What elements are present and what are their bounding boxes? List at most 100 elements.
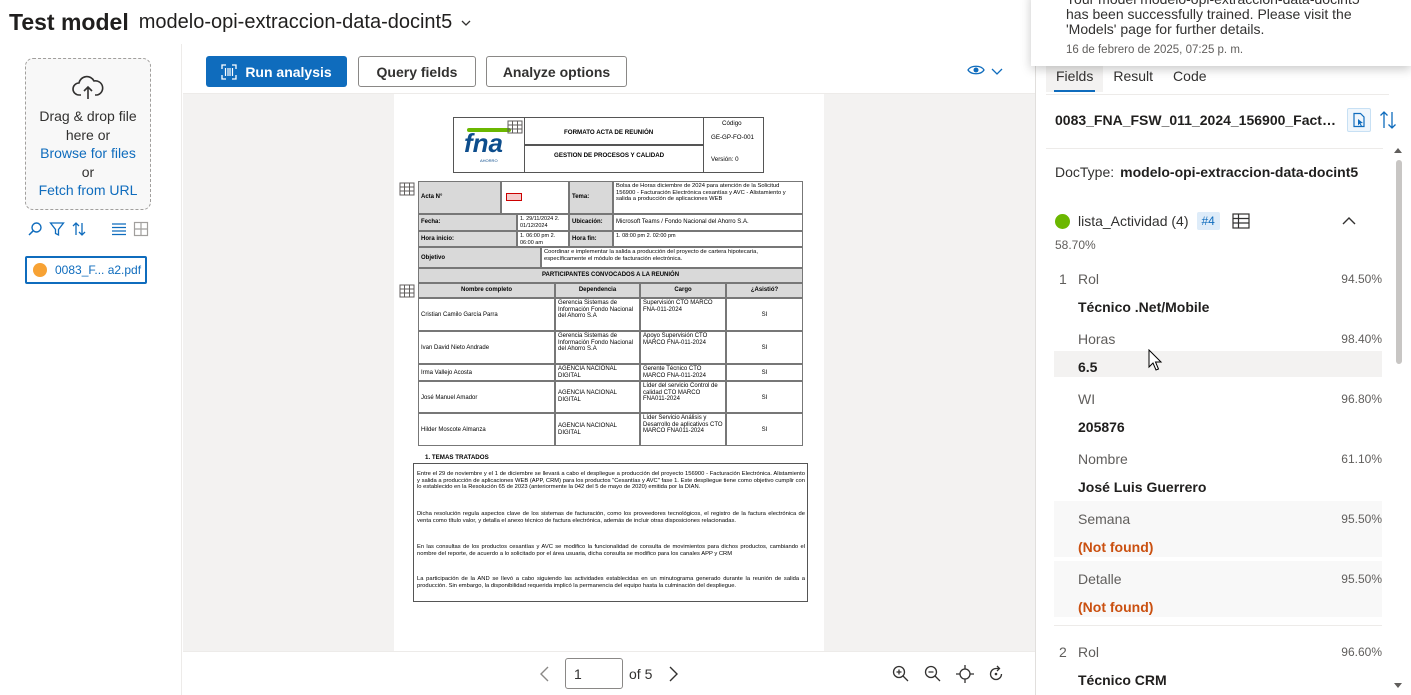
field-item[interactable]: 2 Rol 96.60% Técnico CRM <box>1054 638 1382 695</box>
doc-participant-asistio: SI <box>726 364 803 381</box>
analyze-options-button[interactable]: Analyze options <box>486 56 627 87</box>
doc-objetivo-label: Objetivo <box>418 247 541 268</box>
tab-result[interactable]: Result <box>1103 62 1163 92</box>
zoom-out-icon[interactable] <box>923 664 943 684</box>
item-index: 2 <box>1059 644 1067 660</box>
doc-participant-cargo: Líder del servicio Control de calidad CT… <box>640 381 726 413</box>
doc-acta-highlight <box>506 193 522 201</box>
chevron-down-icon[interactable] <box>460 16 472 28</box>
toast-message: Your model modelo-opi-extraccion-data-do… <box>1066 0 1360 37</box>
rotate-icon[interactable] <box>986 664 1006 684</box>
doc-temas-title: 1. TEMAS TRATADOS <box>425 454 489 461</box>
page-number-input[interactable]: 1 <box>565 658 623 689</box>
file-dropzone[interactable]: Drag & drop file here or Browse for file… <box>25 58 151 210</box>
visibility-toggle[interactable] <box>967 64 1007 80</box>
filter-icon[interactable] <box>48 220 66 238</box>
doc-participant-asistio: SI <box>726 413 803 446</box>
viewer-toolbar: Run analysis Query fields Analyze option… <box>183 44 1035 94</box>
query-fields-button[interactable]: Query fields <box>358 56 476 87</box>
search-icon[interactable] <box>26 220 44 238</box>
zoom-in-icon[interactable] <box>891 664 911 684</box>
doc-hora-fin-values: 1. 08:00 pm 2. 02:00 pm <box>613 231 803 247</box>
field-item[interactable]: Detalle 95.50% (Not found) <box>1054 561 1382 617</box>
run-analysis-button[interactable]: Run analysis <box>206 56 347 87</box>
notification-toast: Your model modelo-opi-extraccion-data-do… <box>1031 0 1411 66</box>
field-item[interactable]: Nombre 61.10% José Luis Guerrero <box>1054 445 1382 505</box>
item-confidence: 96.80% <box>1341 392 1382 406</box>
document-select-icon[interactable] <box>1347 108 1371 132</box>
field-item[interactable]: WI 96.80% 205876 <box>1054 385 1382 445</box>
toast-time: 16 de febrero de 2025, 07:25 p. m. <box>1066 44 1244 56</box>
file-status-dot <box>33 263 47 277</box>
doc-fecha-values: 1. 29/11/2024 2. 01/12/2024 <box>517 214 569 231</box>
item-value: (Not found) <box>1078 539 1154 555</box>
tab-fields[interactable]: Fields <box>1046 62 1104 92</box>
item-confidence: 94.50% <box>1341 272 1382 286</box>
doc-hora-fin-label: Hora fin: <box>569 231 613 247</box>
table-icon[interactable] <box>1232 213 1250 229</box>
item-value: Técnico CRM <box>1078 672 1167 688</box>
divider <box>1046 94 1389 95</box>
doc-ubicacion-label: Ubicación: <box>569 214 613 231</box>
scroll-down-arrow[interactable] <box>1394 683 1402 688</box>
eye-icon <box>967 63 985 81</box>
file-tools <box>26 220 150 238</box>
chevron-left-icon[interactable] <box>535 664 555 684</box>
doc-participant-name: Cristian Camilo García Parra <box>418 298 555 331</box>
drop-text-line1: Drag & drop file <box>39 108 137 124</box>
fetch-url-link[interactable]: Fetch from URL <box>26 181 150 200</box>
item-label: Rol <box>1078 644 1100 660</box>
file-list-item[interactable]: 0083_F... a2.pdf <box>25 256 147 284</box>
chevron-right-icon[interactable] <box>663 664 683 684</box>
doc-participant-cargo: Supervisión CTO MARCO FNA-011-2024 <box>640 298 726 331</box>
or-text: or <box>81 163 95 180</box>
doc-codigo-label: Código <box>722 120 742 127</box>
doc-participant-asistio: SI <box>726 381 803 413</box>
doc-ubicacion-value: Microsoft Teams / Fondo Nacional del Aho… <box>613 214 803 231</box>
doc-header-subtitle: GESTION DE PROCESOS Y CALIDAD <box>554 152 665 159</box>
model-selector[interactable]: modelo-opi-extraccion-data-docint5 <box>139 11 453 34</box>
field-header[interactable]: lista_Actividad (4) #4 <box>1055 212 1250 230</box>
field-item[interactable]: 1 Rol 94.50% Técnico .Net/Mobile <box>1054 265 1382 325</box>
fit-page-icon[interactable] <box>955 664 975 684</box>
document-page: fna AHORRO FORMATO ACTA DE REUNIÓN GESTI… <box>394 94 824 651</box>
results-panel: Fields Result Code 0083_FNA_FSW_011_2024… <box>1035 44 1411 695</box>
tab-code[interactable]: Code <box>1163 62 1216 92</box>
doc-participant-dep: Gerencia Sistemas de Información Fondo N… <box>555 331 640 364</box>
doc-temas-p2: Dicha resolución regula aspectos clave d… <box>417 511 805 524</box>
sort-icon[interactable] <box>1379 110 1397 130</box>
table-detect-icon[interactable] <box>507 120 523 134</box>
item-confidence: 95.50% <box>1341 572 1382 586</box>
list-view-icon[interactable] <box>110 220 128 238</box>
doc-participant-dep: Gerencia Sistemas de Información Fondo N… <box>555 298 640 331</box>
doc-header-sub-cell <box>524 145 704 173</box>
doc-participant-dep: AGENCIA NACIONAL DIGITAL <box>555 413 640 446</box>
doctype-label: DocType: <box>1055 164 1115 180</box>
item-index: 1 <box>1059 271 1067 287</box>
cloud-upload-icon <box>72 75 104 101</box>
chevron-down-icon <box>991 63 1003 81</box>
doc-header-title: FORMATO ACTA DE REUNIÓN <box>564 129 654 136</box>
scroll-up-arrow[interactable] <box>1394 148 1402 153</box>
scrollbar-thumb[interactable] <box>1396 160 1402 364</box>
doctype-row: DocType: modelo-opi-extraccion-data-docin… <box>1055 164 1358 180</box>
sort-icon[interactable] <box>70 220 88 238</box>
table-detect-icon[interactable] <box>399 182 415 196</box>
doc-hora-inicio-values: 1. 06:00 pm 2. 06:00 am <box>517 231 569 247</box>
chevron-up-icon[interactable] <box>1341 214 1357 228</box>
page-navigator: 1 of 5 <box>183 651 1035 695</box>
doc-participant-dep: AGENCIA NACIONAL DIGITAL <box>555 364 640 381</box>
item-confidence: 61.10% <box>1341 452 1382 466</box>
grid-view-icon[interactable] <box>132 220 150 238</box>
doc-ph-asistio: ¿Asistió? <box>726 283 803 298</box>
doc-hora-inicio-label: Hora inicio: <box>418 231 517 247</box>
doc-temas-p3: En las consultas de los productos cesant… <box>417 544 805 557</box>
item-label: Rol <box>1078 271 1100 287</box>
browse-files-link[interactable]: Browse for files <box>26 144 150 163</box>
field-item[interactable]: Horas 98.40% 6.5 <box>1054 325 1382 385</box>
doc-acta-label: Acta N° <box>418 181 501 214</box>
table-detect-icon[interactable] <box>399 284 415 298</box>
field-item[interactable]: Semana 95.50% (Not found) <box>1054 501 1382 557</box>
doc-ph-name: Nombre completo <box>418 283 555 298</box>
field-badge: #4 <box>1196 212 1220 230</box>
